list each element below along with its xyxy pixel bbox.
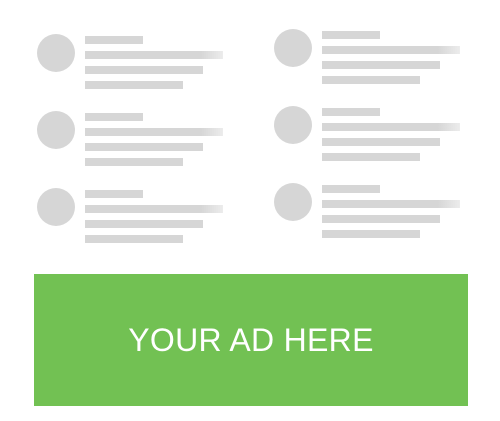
placeholder-line [322,76,420,84]
placeholder-line [85,51,223,59]
placeholder-item [37,111,227,171]
placeholder-line [85,81,183,89]
placeholder-item [274,106,464,166]
placeholder-item [274,183,464,243]
avatar-placeholder [274,106,312,144]
avatar-placeholder [274,29,312,67]
placeholder-content-grid [0,0,500,260]
placeholder-line [322,200,460,208]
placeholder-line [85,158,183,166]
placeholder-line [322,138,440,146]
placeholder-line [322,230,420,238]
placeholder-line [322,108,380,116]
placeholder-line [85,113,143,121]
ad-banner[interactable]: YOUR AD HERE [34,274,468,406]
placeholder-line [85,128,223,136]
placeholder-line [85,235,183,243]
placeholder-line [85,205,223,213]
ad-text: YOUR AD HERE [128,321,374,358]
placeholder-line [85,66,203,74]
placeholder-line [322,185,380,193]
placeholder-line [85,220,203,228]
placeholder-line [85,143,203,151]
avatar-placeholder [37,34,75,72]
avatar-placeholder [37,188,75,226]
placeholder-line [322,31,380,39]
placeholder-line [322,46,460,54]
avatar-placeholder [274,183,312,221]
placeholder-line [322,123,460,131]
placeholder-line [85,190,143,198]
placeholder-line [85,36,143,44]
placeholder-item [37,34,227,94]
placeholder-line [322,61,440,69]
placeholder-line [322,215,440,223]
placeholder-item [37,188,227,248]
placeholder-line [322,153,420,161]
avatar-placeholder [37,111,75,149]
placeholder-item [274,29,464,89]
